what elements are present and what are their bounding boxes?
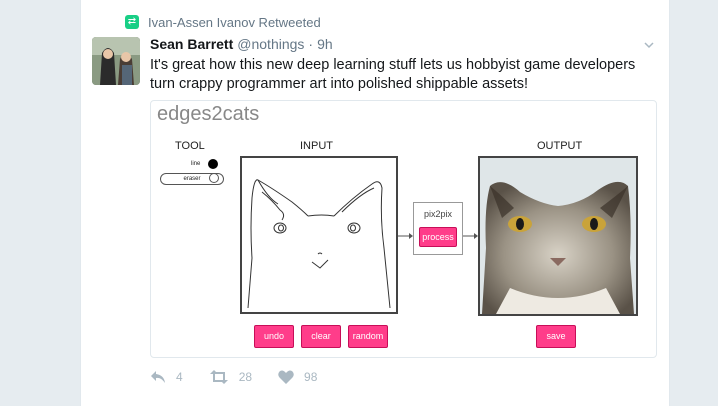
undo-button[interactable]: undo bbox=[254, 325, 294, 348]
heart-icon bbox=[278, 370, 294, 384]
like-count: 98 bbox=[304, 370, 318, 384]
author-handle[interactable]: @nothings bbox=[237, 36, 304, 52]
eraser-tool-radio[interactable] bbox=[209, 173, 219, 183]
page-background bbox=[0, 0, 80, 406]
input-canvas[interactable] bbox=[240, 156, 398, 314]
arrows bbox=[398, 233, 478, 239]
avatar[interactable] bbox=[92, 37, 140, 85]
retweet-context-text: Ivan-Assen Ivanov Retweeted bbox=[148, 14, 321, 30]
chevron-down-icon[interactable] bbox=[644, 40, 654, 50]
tweet-actions: 4 28 98 bbox=[150, 370, 343, 384]
time-separator: · bbox=[308, 36, 314, 52]
reply-count: 4 bbox=[176, 370, 183, 384]
app-title: edges2cats bbox=[157, 103, 260, 125]
retweet-icon bbox=[209, 370, 228, 384]
line-tool-radio[interactable] bbox=[208, 159, 218, 169]
reply-action[interactable]: 4 bbox=[150, 370, 183, 384]
input-label: INPUT bbox=[300, 140, 333, 152]
save-button[interactable]: save bbox=[536, 325, 576, 348]
output-label: OUTPUT bbox=[537, 140, 583, 152]
tweet-media[interactable]: edges2cats TOOL INPUT OUTPUT line eraser bbox=[150, 100, 657, 358]
pix2pix-model-box: pix2pix process bbox=[413, 202, 463, 255]
tool-label: TOOL bbox=[175, 140, 205, 152]
output-canvas bbox=[478, 156, 638, 316]
tweet-time[interactable]: 9h bbox=[317, 36, 333, 52]
retweet-count: 28 bbox=[238, 370, 253, 384]
tweet-header: Sean Barrett @nothings · 9h bbox=[150, 36, 333, 52]
reply-icon bbox=[151, 371, 165, 383]
random-button[interactable]: random bbox=[348, 325, 388, 348]
eraser-tool-label: eraser bbox=[183, 176, 201, 182]
clear-button[interactable]: clear bbox=[301, 325, 341, 348]
pix2pix-label: pix2pix bbox=[423, 209, 452, 219]
like-action[interactable]: 98 bbox=[278, 370, 317, 384]
retweet-action[interactable]: 28 bbox=[209, 370, 252, 384]
author-name[interactable]: Sean Barrett bbox=[150, 36, 233, 52]
retweet-icon: ⇄ bbox=[125, 15, 139, 29]
retweet-context: ⇄ Ivan-Assen Ivanov Retweeted bbox=[125, 14, 321, 30]
line-tool-label: line bbox=[191, 161, 201, 167]
tweet-text: It's great how this new deep learning st… bbox=[150, 57, 636, 92]
